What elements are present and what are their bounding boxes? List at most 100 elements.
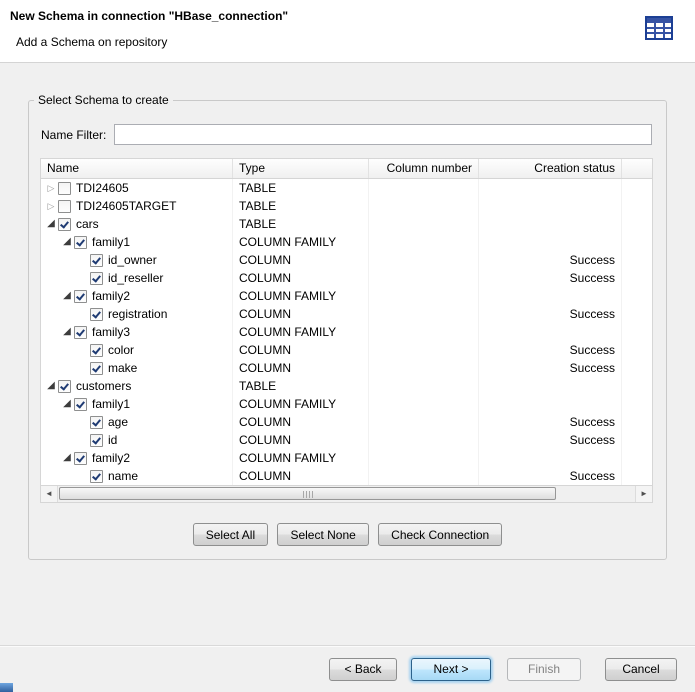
row-checkbox[interactable] bbox=[90, 416, 103, 429]
check-connection-button[interactable]: Check Connection bbox=[378, 523, 502, 546]
row-checkbox[interactable] bbox=[90, 470, 103, 483]
row-checkbox[interactable] bbox=[90, 308, 103, 321]
row-type: TABLE bbox=[233, 215, 369, 233]
row-name: family3 bbox=[92, 323, 134, 341]
row-name: family1 bbox=[92, 395, 134, 413]
table-row[interactable]: ◢ family3 COLUMN FAMILY bbox=[41, 323, 652, 341]
table-header-row: Name Type Column number Creation status bbox=[41, 159, 652, 179]
cancel-button[interactable]: Cancel bbox=[605, 658, 677, 681]
row-status bbox=[479, 395, 622, 413]
row-status bbox=[479, 215, 622, 233]
table-row[interactable]: registration COLUMN Success bbox=[41, 305, 652, 323]
row-type: COLUMN FAMILY bbox=[233, 395, 369, 413]
table-row[interactable]: color COLUMN Success bbox=[41, 341, 652, 359]
tree-expander-icon[interactable]: ▷ bbox=[44, 197, 58, 215]
table-row[interactable]: age COLUMN Success bbox=[41, 413, 652, 431]
tree-expander-icon[interactable]: ▷ bbox=[44, 179, 58, 197]
scroll-right-icon[interactable]: ► bbox=[635, 486, 652, 502]
row-name: customers bbox=[76, 377, 135, 395]
row-checkbox[interactable] bbox=[90, 272, 103, 285]
row-checkbox[interactable] bbox=[74, 326, 87, 339]
select-all-button[interactable]: Select All bbox=[193, 523, 268, 546]
row-column-number bbox=[369, 269, 479, 287]
table-row[interactable]: ◢ family1 COLUMN FAMILY bbox=[41, 395, 652, 413]
row-name: id_owner bbox=[108, 251, 161, 269]
checkmark-icon bbox=[92, 417, 101, 426]
row-status bbox=[479, 197, 622, 215]
selection-buttons: Select All Select None Check Connection bbox=[29, 523, 666, 546]
row-column-number bbox=[369, 395, 479, 413]
horizontal-scrollbar[interactable]: ◄ ► bbox=[41, 485, 652, 502]
row-status bbox=[479, 287, 622, 305]
table-row[interactable]: ◢ family1 COLUMN FAMILY bbox=[41, 233, 652, 251]
row-name: family1 bbox=[92, 233, 134, 251]
scroll-left-icon[interactable]: ◄ bbox=[41, 486, 58, 502]
scrollbar-thumb[interactable] bbox=[59, 487, 556, 500]
tree-expander-icon[interactable]: ◢ bbox=[60, 287, 74, 305]
row-checkbox[interactable] bbox=[90, 254, 103, 267]
table-row[interactable]: ◢ family2 COLUMN FAMILY bbox=[41, 449, 652, 467]
table-row[interactable]: ▷ TDI24605 TABLE bbox=[41, 179, 652, 197]
row-status bbox=[479, 179, 622, 197]
wizard-footer: < Back Next > Finish Cancel bbox=[0, 645, 695, 692]
table-row[interactable]: ▷ TDI24605TARGET TABLE bbox=[41, 197, 652, 215]
row-column-number bbox=[369, 305, 479, 323]
table-row[interactable]: ◢ cars TABLE bbox=[41, 215, 652, 233]
row-checkbox[interactable] bbox=[74, 290, 87, 303]
row-checkbox[interactable] bbox=[74, 236, 87, 249]
tree-expander-icon[interactable]: ◢ bbox=[60, 395, 74, 413]
column-header-column-number[interactable]: Column number bbox=[369, 159, 479, 178]
row-status bbox=[479, 323, 622, 341]
name-filter-label: Name Filter: bbox=[41, 128, 106, 142]
row-column-number bbox=[369, 377, 479, 395]
row-column-number bbox=[369, 449, 479, 467]
row-status: Success bbox=[479, 359, 622, 377]
tree-table-body: ▷ TDI24605 TABLE ▷ TDI24605TARGET TABLE … bbox=[41, 179, 652, 485]
checkmark-icon bbox=[76, 291, 85, 300]
name-filter-input[interactable] bbox=[114, 124, 652, 145]
row-checkbox[interactable] bbox=[58, 218, 71, 231]
row-name: color bbox=[108, 341, 138, 359]
tree-expander-icon[interactable]: ◢ bbox=[60, 323, 74, 341]
row-checkbox[interactable] bbox=[90, 434, 103, 447]
row-type: COLUMN bbox=[233, 359, 369, 377]
table-row[interactable]: id COLUMN Success bbox=[41, 431, 652, 449]
table-row[interactable]: id_owner COLUMN Success bbox=[41, 251, 652, 269]
row-status: Success bbox=[479, 251, 622, 269]
tree-expander-icon[interactable]: ◢ bbox=[44, 215, 58, 233]
row-name: id bbox=[108, 431, 121, 449]
table-row[interactable]: ◢ customers TABLE bbox=[41, 377, 652, 395]
row-checkbox[interactable] bbox=[58, 182, 71, 195]
row-type: COLUMN bbox=[233, 341, 369, 359]
checkmark-icon bbox=[92, 309, 101, 318]
column-header-name[interactable]: Name bbox=[41, 159, 233, 178]
checkmark-icon bbox=[60, 381, 69, 390]
column-header-type[interactable]: Type bbox=[233, 159, 369, 178]
back-button[interactable]: < Back bbox=[329, 658, 397, 681]
row-name: TDI24605TARGET bbox=[76, 197, 180, 215]
checkmark-icon bbox=[76, 237, 85, 246]
row-name: cars bbox=[76, 215, 103, 233]
tree-expander-icon[interactable]: ◢ bbox=[44, 377, 58, 395]
row-checkbox[interactable] bbox=[74, 398, 87, 411]
checkmark-icon bbox=[92, 273, 101, 282]
next-button[interactable]: Next > bbox=[411, 658, 491, 681]
row-checkbox[interactable] bbox=[74, 452, 87, 465]
row-checkbox[interactable] bbox=[90, 362, 103, 375]
table-row[interactable]: ◢ family2 COLUMN FAMILY bbox=[41, 287, 652, 305]
table-row[interactable]: id_reseller COLUMN Success bbox=[41, 269, 652, 287]
table-grid-icon bbox=[645, 16, 673, 40]
row-checkbox[interactable] bbox=[58, 200, 71, 213]
row-name: make bbox=[108, 359, 141, 377]
finish-button: Finish bbox=[507, 658, 581, 681]
tree-expander-icon[interactable]: ◢ bbox=[60, 449, 74, 467]
row-checkbox[interactable] bbox=[58, 380, 71, 393]
tree-expander-icon[interactable]: ◢ bbox=[60, 233, 74, 251]
table-row[interactable]: name COLUMN Success bbox=[41, 467, 652, 485]
row-name: age bbox=[108, 413, 132, 431]
table-row[interactable]: make COLUMN Success bbox=[41, 359, 652, 377]
row-column-number bbox=[369, 413, 479, 431]
row-checkbox[interactable] bbox=[90, 344, 103, 357]
column-header-creation-status[interactable]: Creation status bbox=[479, 159, 622, 178]
select-none-button[interactable]: Select None bbox=[277, 523, 368, 546]
